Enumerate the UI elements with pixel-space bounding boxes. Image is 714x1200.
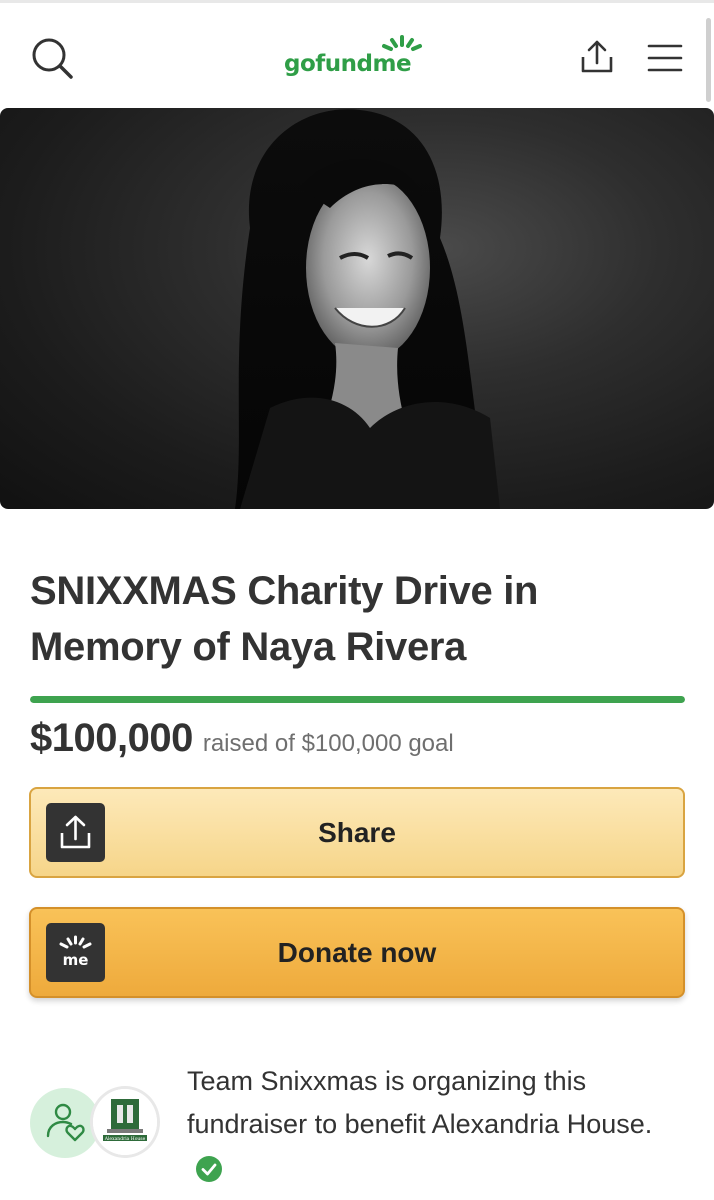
organization-avatar[interactable]: Alexandria House	[90, 1086, 160, 1158]
menu-button[interactable]	[647, 43, 683, 73]
logo-burst-icon	[382, 35, 422, 51]
organizer-text: Team Snixxmas is organizing this fundrai…	[187, 1066, 653, 1139]
share-button-label: Share	[318, 816, 396, 848]
campaign-title: SNIXXMAS Charity Drive in Memory of Naya…	[30, 569, 539, 669]
organizer-description: Team Snixxmas is organizing this fundrai…	[187, 1060, 657, 1189]
search-icon	[32, 38, 73, 79]
share-icon	[581, 40, 613, 73]
raised-amount: $100,000	[30, 716, 193, 760]
alexandria-house-logo: Alexandria House	[93, 1089, 157, 1155]
raised-goal-text: raised of $100,000 goal	[202, 730, 454, 757]
hamburger-menu-icon	[647, 44, 683, 72]
organizer-section: Alexandria House Team Snixxmas is organi…	[30, 1060, 690, 1190]
share-button[interactable]: Share	[29, 787, 685, 878]
gofundme-logo[interactable]: gofundme	[284, 33, 434, 83]
verified-check-icon	[196, 1155, 222, 1182]
raised-summary: $100,000 raised of $100,000 goal	[30, 716, 454, 766]
progress-bar-fill	[30, 696, 685, 703]
search-button[interactable]	[30, 36, 76, 82]
campaign-hero-image[interactable]	[0, 108, 714, 509]
portrait-photo	[235, 109, 500, 509]
org-logo-text: Alexandria House	[104, 1136, 146, 1142]
top-nav: gofundme	[0, 3, 714, 107]
progress-bar	[30, 696, 685, 703]
donate-button[interactable]: me Donate now	[29, 907, 685, 998]
share-header-button[interactable]	[577, 37, 617, 77]
donate-button-label: Donate now	[277, 936, 437, 968]
